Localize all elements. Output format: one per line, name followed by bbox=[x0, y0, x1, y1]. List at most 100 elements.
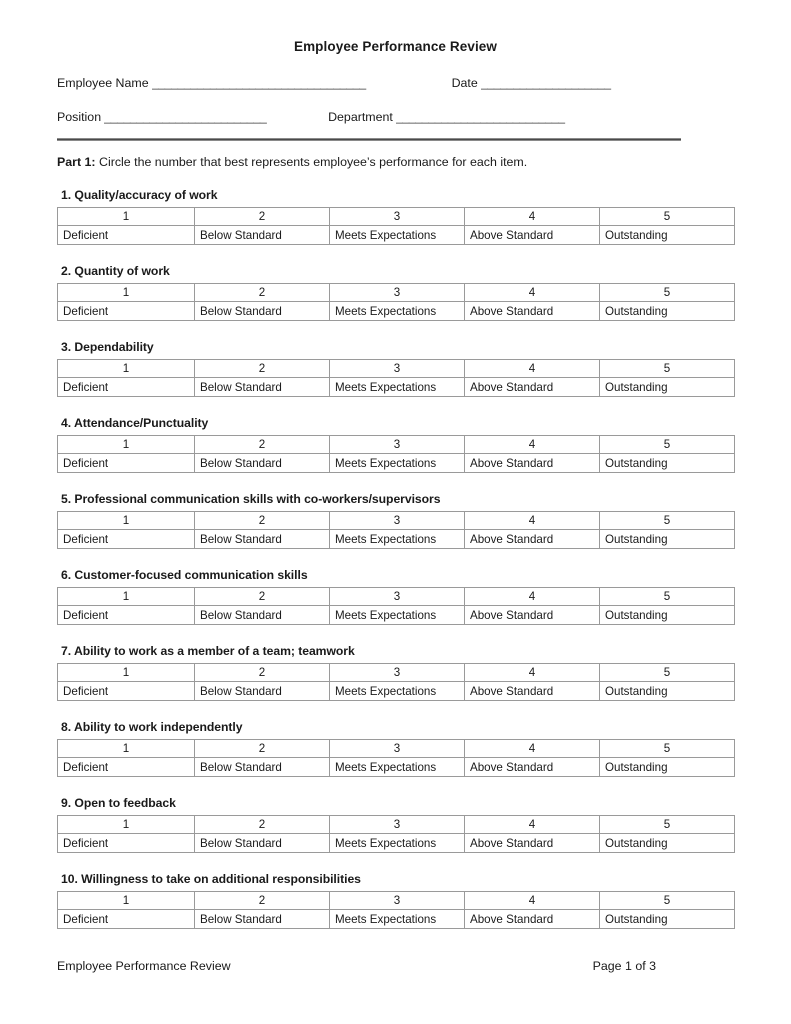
rating-label-row: Deficient Below Standard Meets Expectation… bbox=[57, 377, 735, 397]
rating-score-cell[interactable]: 1 bbox=[57, 207, 195, 226]
rating-score-cell[interactable]: 5 bbox=[599, 739, 735, 758]
rating-score-cell[interactable]: 4 bbox=[464, 587, 600, 606]
part-1-label: Part 1: bbox=[57, 155, 96, 169]
rating-label-cell: Deficient bbox=[57, 681, 195, 701]
date-label: Date bbox=[451, 76, 478, 90]
rating-label-cell: Meets Expectations bbox=[329, 225, 465, 245]
rating-label-cell: Below Standard bbox=[194, 225, 330, 245]
rating-label-cell: Meets Expectations bbox=[329, 833, 465, 853]
rating-score-cell[interactable]: 1 bbox=[57, 815, 195, 834]
rating-label-cell: Above Standard bbox=[464, 377, 600, 397]
rating-score-cell[interactable]: 3 bbox=[329, 207, 465, 226]
employee-name-row: Employee Name __________________________… bbox=[57, 75, 734, 92]
rating-item-block: 7. Ability to work as a member of a team… bbox=[57, 643, 735, 701]
rating-score-cell[interactable]: 2 bbox=[194, 739, 330, 758]
rating-label-cell: Outstanding bbox=[599, 757, 735, 777]
rating-score-cell[interactable]: 4 bbox=[464, 359, 600, 378]
position-field[interactable]: _________________________ bbox=[104, 109, 304, 126]
rating-label-cell: Above Standard bbox=[464, 681, 600, 701]
rating-label-row: Deficient Below Standard Meets Expectation… bbox=[57, 681, 735, 701]
rating-score-cell[interactable]: 2 bbox=[194, 891, 330, 910]
date-field[interactable]: ____________________ bbox=[481, 75, 641, 92]
rating-score-row: 12345 bbox=[57, 283, 735, 302]
rating-score-cell[interactable]: 1 bbox=[57, 663, 195, 682]
employee-name-field[interactable]: _________________________________ bbox=[152, 75, 412, 92]
rating-score-cell[interactable]: 3 bbox=[329, 511, 465, 530]
rating-score-cell[interactable]: 5 bbox=[599, 359, 735, 378]
rating-item-heading: 6. Customer-focused communication skills bbox=[61, 568, 308, 582]
rating-item-block: 1. Quality/accuracy of work 1 2 3 4 5 Deficien… bbox=[57, 187, 735, 245]
rating-score-cell[interactable]: 2 bbox=[194, 663, 330, 682]
rating-score-cell[interactable]: 3 bbox=[329, 283, 465, 302]
rating-label-cell: Outstanding bbox=[599, 529, 735, 549]
rating-score-cell[interactable]: 3 bbox=[329, 663, 465, 682]
rating-score-cell[interactable]: 3 bbox=[329, 815, 465, 834]
footer-page-number: Page 1 of 3 bbox=[592, 959, 656, 973]
position-row: Position _________________________ Depar… bbox=[57, 109, 734, 126]
rating-score-cell[interactable]: 5 bbox=[599, 663, 735, 682]
rating-score-row: 12345 bbox=[57, 207, 735, 226]
rating-score-cell[interactable]: 2 bbox=[194, 587, 330, 606]
rating-score-cell[interactable]: 5 bbox=[599, 207, 735, 226]
document-page: Employee Performance Review Employee Nam… bbox=[0, 0, 791, 1024]
rating-label-cell: Below Standard bbox=[194, 681, 330, 701]
rating-score-cell[interactable]: 2 bbox=[194, 207, 330, 226]
rating-label-row: Deficient Below Standard Meets Expectation… bbox=[57, 453, 735, 473]
rating-score-cell[interactable]: 1 bbox=[57, 359, 195, 378]
rating-label-cell: Outstanding bbox=[599, 833, 735, 853]
rating-score-row: 12345 bbox=[57, 815, 735, 834]
rating-score-cell[interactable]: 3 bbox=[329, 587, 465, 606]
rating-score-cell[interactable]: 1 bbox=[57, 511, 195, 530]
rating-label-cell: Below Standard bbox=[194, 453, 330, 473]
rating-score-cell[interactable]: 4 bbox=[464, 435, 600, 454]
part-1-instructions: Part 1: Circle the number that best repr… bbox=[57, 154, 734, 171]
rating-score-cell[interactable]: 2 bbox=[194, 359, 330, 378]
rating-score-cell[interactable]: 3 bbox=[329, 891, 465, 910]
rating-score-cell[interactable]: 4 bbox=[464, 891, 600, 910]
rating-label-cell: Meets Expectations bbox=[329, 529, 465, 549]
rating-score-cell[interactable]: 4 bbox=[464, 663, 600, 682]
rating-score-cell[interactable]: 3 bbox=[329, 435, 465, 454]
rating-item-block: 2. Quantity of work 1 2 3 4 5 Deficient Below S… bbox=[57, 263, 735, 321]
rating-label-cell: Deficient bbox=[57, 909, 195, 929]
rating-score-cell[interactable]: 4 bbox=[464, 815, 600, 834]
rating-item-block: 3. Dependability 1 2 3 4 5 Deficient Below Stan… bbox=[57, 339, 735, 397]
rating-item-heading: 8. Ability to work independently bbox=[61, 720, 243, 734]
rating-score-cell[interactable]: 2 bbox=[194, 283, 330, 302]
rating-label-cell: Above Standard bbox=[464, 529, 600, 549]
page-footer: Employee Performance Review Page 1 of 3 bbox=[57, 958, 734, 975]
rating-score-cell[interactable]: 5 bbox=[599, 511, 735, 530]
rating-score-cell[interactable]: 1 bbox=[57, 435, 195, 454]
rating-score-cell[interactable]: 4 bbox=[464, 207, 600, 226]
rating-score-cell[interactable]: 2 bbox=[194, 815, 330, 834]
rating-score-cell[interactable]: 1 bbox=[57, 283, 195, 302]
rating-label-cell: Outstanding bbox=[599, 605, 735, 625]
rating-scale-table: 1 2 3 4 5 Deficient Below Standard Meets Expect… bbox=[57, 511, 735, 549]
rating-score-cell[interactable]: 4 bbox=[464, 283, 600, 302]
rating-label-cell: Above Standard bbox=[464, 909, 600, 929]
rating-score-cell[interactable]: 3 bbox=[329, 359, 465, 378]
rating-score-cell[interactable]: 5 bbox=[599, 587, 735, 606]
rating-score-cell[interactable]: 2 bbox=[194, 511, 330, 530]
rating-score-cell[interactable]: 5 bbox=[599, 283, 735, 302]
rating-score-cell[interactable]: 4 bbox=[464, 739, 600, 758]
department-field[interactable]: __________________________ bbox=[396, 109, 601, 126]
rating-score-cell[interactable]: 2 bbox=[194, 435, 330, 454]
rating-score-cell[interactable]: 1 bbox=[57, 739, 195, 758]
rating-label-cell: Deficient bbox=[57, 605, 195, 625]
rating-score-cell[interactable]: 3 bbox=[329, 739, 465, 758]
rating-label-cell: Below Standard bbox=[194, 301, 330, 321]
rating-label-cell: Deficient bbox=[57, 757, 195, 777]
rating-score-cell[interactable]: 5 bbox=[599, 815, 735, 834]
rating-score-row: 12345 bbox=[57, 891, 735, 910]
rating-score-row: 12345 bbox=[57, 511, 735, 530]
rating-score-cell[interactable]: 5 bbox=[599, 435, 735, 454]
rating-score-cell[interactable]: 4 bbox=[464, 511, 600, 530]
rating-label-cell: Above Standard bbox=[464, 833, 600, 853]
rating-label-cell: Deficient bbox=[57, 377, 195, 397]
rating-score-cell[interactable]: 1 bbox=[57, 587, 195, 606]
rating-score-cell[interactable]: 1 bbox=[57, 891, 195, 910]
rating-score-cell[interactable]: 5 bbox=[599, 891, 735, 910]
rating-item-heading: 2. Quantity of work bbox=[61, 264, 170, 278]
rating-items-list: 1. Quality/accuracy of work 1 2 3 4 5 Deficien… bbox=[57, 187, 735, 929]
